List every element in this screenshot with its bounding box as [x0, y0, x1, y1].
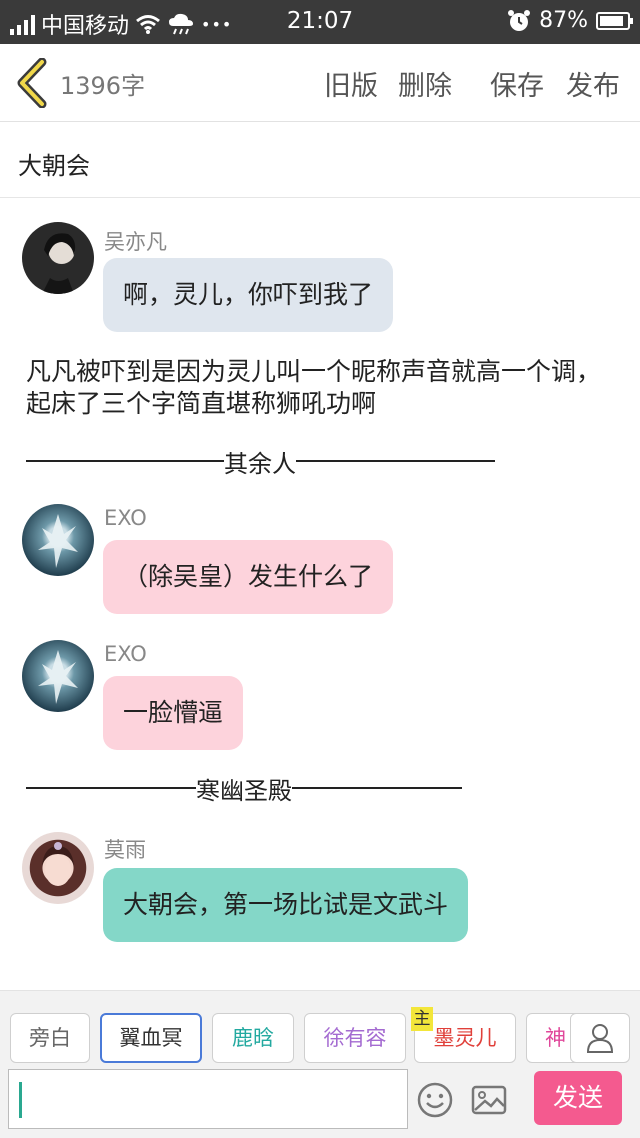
avatar[interactable] — [22, 504, 94, 576]
compose-bar: 旁白 翼血冥 鹿晗 徐有容 墨灵儿 主 神 发送 — [0, 990, 640, 1138]
character-chip[interactable]: 鹿晗 — [212, 1013, 294, 1063]
message-bubble[interactable]: 啊，灵儿，你吓到我了 — [103, 258, 394, 332]
character-chip[interactable]: 徐有容 — [304, 1013, 406, 1063]
speaker-name: 莫雨 — [104, 838, 146, 862]
character-chip-selected[interactable]: 翼血冥 — [100, 1013, 202, 1063]
story-title: 大朝会 — [18, 152, 90, 180]
character-chip-narrator[interactable]: 旁白 — [10, 1013, 90, 1063]
speaker-name: 吴亦凡 — [104, 230, 167, 254]
emoji-icon[interactable] — [416, 1081, 454, 1119]
publish-button[interactable]: 发布 — [566, 64, 620, 103]
old-version-button[interactable]: 旧版 — [324, 64, 378, 103]
image-icon[interactable] — [470, 1081, 508, 1119]
message-input[interactable] — [8, 1069, 408, 1129]
speaker-name: EXO — [104, 642, 147, 666]
avatar[interactable] — [22, 640, 94, 712]
delete-button[interactable]: 删除 — [398, 64, 452, 103]
editor-toolbar: 1396字 旧版 删除 保存 发布 — [0, 44, 640, 122]
status-bar: 中国移动 ••• 21:07 87% — [0, 0, 640, 44]
word-count: 1396字 — [60, 72, 146, 100]
story-title-row[interactable]: 大朝会 — [0, 122, 640, 198]
chevron-left-icon[interactable] — [14, 58, 54, 108]
message-bubble[interactable]: （除吴皇）发生什么了 — [103, 540, 394, 614]
message-bubble[interactable]: 一脸懵逼 — [103, 676, 244, 750]
scene-divider: 寒幽圣殿 — [26, 773, 462, 805]
speaker-name: EXO — [104, 506, 147, 530]
send-button[interactable]: 发送 — [534, 1071, 622, 1125]
message-bubble[interactable]: 大朝会，第一场比试是文武斗 — [103, 868, 469, 942]
save-button[interactable]: 保存 — [490, 64, 544, 103]
alarm-icon — [508, 9, 531, 31]
divider-label: 寒幽圣殿 — [196, 776, 292, 805]
main-character-badge: 主 — [411, 1007, 433, 1031]
narration-text: 凡凡被吓到是因为灵儿叫一个昵称声音就高一个调，起床了三个字简直堪称狮吼功啊 — [26, 357, 602, 418]
battery-percent: 87% — [539, 8, 588, 33]
user-icon[interactable] — [570, 1013, 630, 1063]
battery-icon — [596, 11, 633, 30]
avatar[interactable] — [22, 222, 94, 294]
scene-divider: 其余人 — [26, 446, 495, 478]
avatar[interactable] — [22, 832, 94, 904]
text-caret — [19, 1082, 22, 1118]
divider-label: 其余人 — [224, 449, 296, 478]
